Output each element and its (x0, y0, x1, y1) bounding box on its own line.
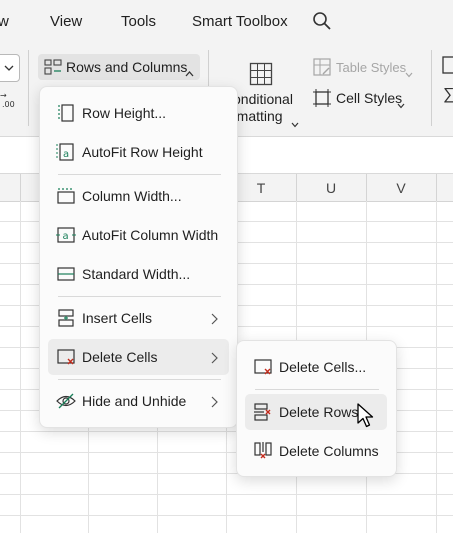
menu-item-standard-width[interactable]: Standard Width... (48, 256, 229, 292)
menu-item-view[interactable]: View (50, 13, 82, 30)
menu-item-label: Hide and Unhide (82, 393, 187, 409)
menu-item-label: Row Height... (82, 105, 167, 121)
menu-divider (58, 296, 221, 297)
menu-divider (58, 174, 221, 175)
sum-icon-partial[interactable]: ∑ (443, 86, 453, 104)
menu-item-autofit-column-width[interactable]: a AutoFit Column Width (48, 217, 229, 253)
menu-item-column-width[interactable]: Column Width... (48, 178, 229, 214)
menu-item-label: Delete Cells (82, 349, 158, 365)
menu-divider (255, 389, 379, 390)
column-width-icon (56, 186, 76, 206)
svg-text:a: a (63, 149, 69, 160)
column-header-u[interactable]: U (301, 180, 361, 196)
chevron-up-icon (185, 64, 194, 82)
conditional-formatting-label-2[interactable]: rmatting (232, 108, 283, 124)
menu-item-smart-toolbox[interactable]: Smart Toolbox (192, 13, 288, 30)
autofit-row-height-icon: a (56, 142, 76, 162)
menu-item-label: AutoFit Column Width (82, 227, 219, 243)
submenu-item-delete-columns[interactable]: Delete Columns (245, 433, 387, 469)
chevron-down-icon (397, 96, 405, 114)
chevron-down-icon (291, 115, 299, 133)
autofit-column-width-icon: a (56, 225, 76, 245)
menu-item-tools[interactable]: Tools (121, 13, 156, 30)
submenu-item-delete-cells[interactable]: Delete Cells... (245, 349, 387, 385)
chevron-right-icon (211, 351, 218, 367)
rows-columns-menu: Row Height... a AutoFit Row Height Colum… (39, 86, 238, 428)
menu-item-autofit-row-height[interactable]: a AutoFit Row Height (48, 134, 229, 170)
table-styles-icon (313, 58, 331, 81)
svg-text:a: a (63, 231, 69, 242)
rows-and-columns-button[interactable]: Rows and Columns (38, 54, 200, 80)
submenu-item-label: Delete Rows (279, 404, 359, 420)
submenu-item-label: Delete Columns (279, 443, 379, 459)
rows-columns-icon (44, 59, 62, 80)
menu-item-label: Column Width... (82, 188, 182, 204)
menu-item-view-partial[interactable]: w (0, 13, 9, 30)
chevron-right-icon (211, 395, 218, 411)
menu-item-label: Insert Cells (82, 310, 153, 326)
menu-bar: w View Tools Smart Toolbox (0, 0, 453, 45)
decrease-decimal-icon[interactable]: → .00 (0, 90, 18, 115)
delete-columns-icon (253, 441, 273, 461)
column-header-t[interactable]: T (231, 180, 291, 196)
table-styles-label: Table Styles (336, 60, 407, 75)
rows-and-columns-label: Rows and Columns (66, 59, 188, 75)
mouse-pointer-icon (357, 403, 375, 434)
menu-item-label: AutoFit Row Height (82, 144, 203, 160)
search-icon[interactable] (312, 11, 332, 31)
eye-hidden-icon (56, 391, 76, 411)
menu-item-delete-cells[interactable]: Delete Cells (48, 339, 229, 375)
chevron-down-icon (405, 65, 413, 83)
ribbon-separator (28, 50, 29, 126)
delete-rows-icon (253, 402, 273, 422)
svg-text:→: → (0, 91, 7, 100)
format-icon-partial[interactable] (442, 56, 453, 79)
menu-item-insert-cells[interactable]: Insert Cells (48, 300, 229, 336)
insert-cells-icon (56, 308, 76, 328)
conditional-formatting-label-1[interactable]: onditional (233, 91, 293, 107)
submenu-item-label: Delete Cells... (279, 359, 367, 375)
cell-styles-label[interactable]: Cell Styles (336, 90, 402, 106)
menu-divider (58, 379, 221, 380)
conditional-formatting-icon[interactable] (249, 62, 273, 91)
row-height-icon (56, 103, 76, 123)
menu-item-hide-and-unhide[interactable]: Hide and Unhide (48, 383, 229, 419)
font-size-dropdown-partial[interactable] (0, 54, 20, 82)
menu-item-label: Standard Width... (82, 266, 191, 282)
svg-text:.00: .00 (2, 100, 15, 109)
standard-width-icon (56, 264, 76, 284)
delete-cells-icon (56, 347, 76, 367)
column-header-v[interactable]: V (371, 180, 431, 196)
menu-item-row-height[interactable]: Row Height... (48, 95, 229, 131)
ribbon-separator (431, 50, 432, 126)
cell-styles-icon[interactable] (313, 89, 331, 112)
delete-cells-icon (253, 357, 273, 377)
chevron-right-icon (211, 312, 218, 328)
